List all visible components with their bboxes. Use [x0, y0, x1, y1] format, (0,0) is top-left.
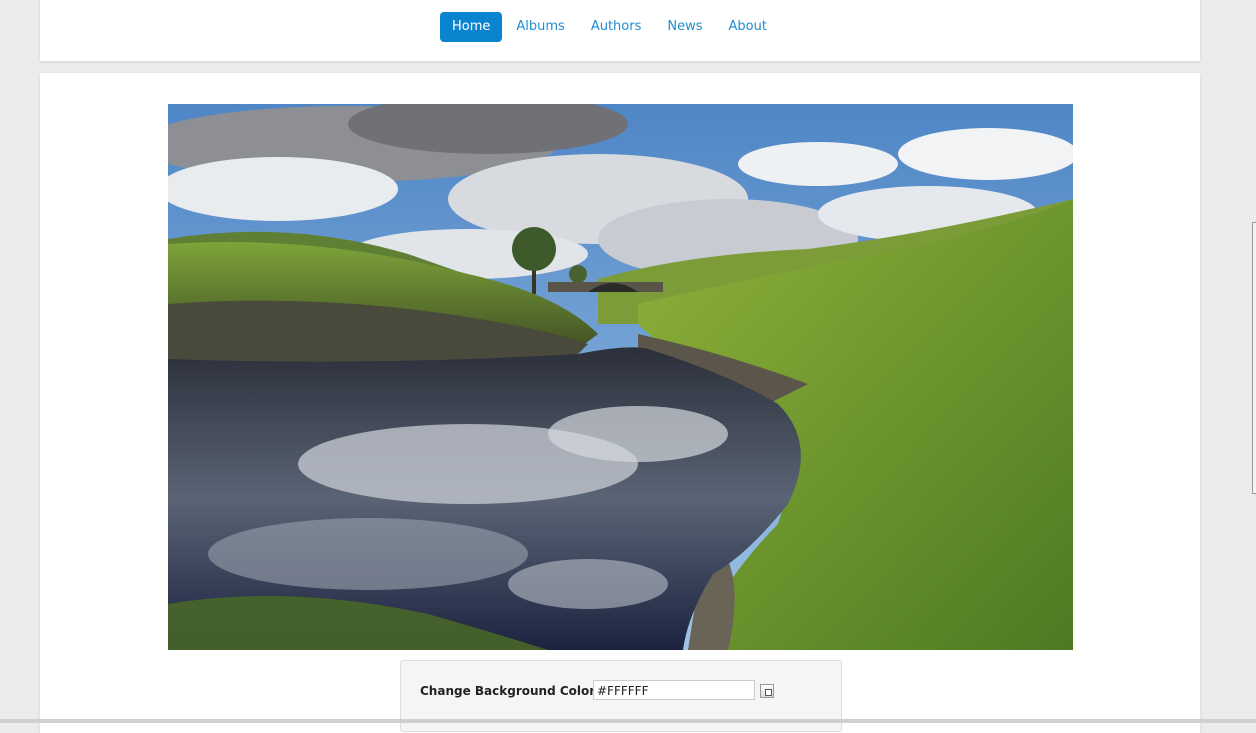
bottom-edge — [0, 719, 1256, 723]
nav-item-albums[interactable]: Albums — [504, 12, 576, 42]
landscape-photo — [168, 104, 1073, 650]
top-nav-card: Home Albums Authors News About — [40, 0, 1200, 61]
background-color-input[interactable]: #FFFFFF — [593, 680, 755, 700]
content-card: Change Background Color #FFFFFF — [40, 73, 1200, 733]
main-nav: Home Albums Authors News About — [440, 12, 781, 42]
nav-item-about[interactable]: About — [717, 12, 779, 42]
nav-item-news[interactable]: News — [655, 12, 714, 42]
background-color-label: Change Background Color — [420, 684, 596, 698]
nav-item-authors[interactable]: Authors — [579, 12, 654, 42]
color-picker-icon[interactable] — [760, 684, 774, 698]
scrollbar[interactable] — [1252, 222, 1256, 494]
nav-item-home[interactable]: Home — [440, 12, 503, 42]
